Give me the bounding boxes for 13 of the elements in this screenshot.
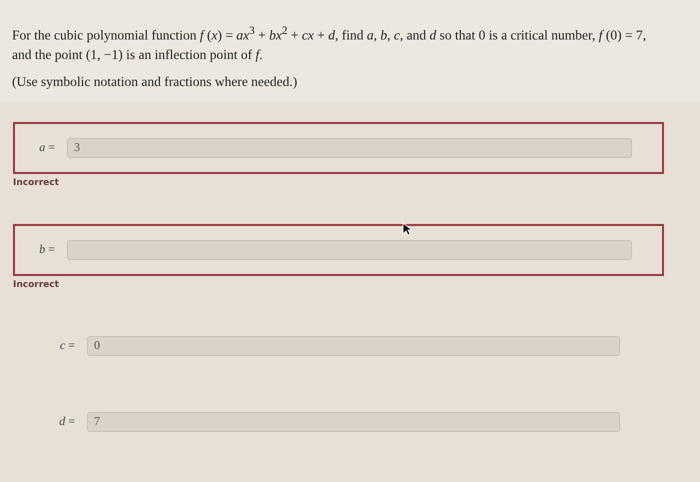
answer-field[interactable]: 3 [67, 138, 632, 158]
answer-label: b = [38, 242, 55, 257]
answer-field[interactable] [67, 240, 632, 260]
feedback-text: Incorrect [13, 280, 60, 290]
answer-label: c = [58, 338, 75, 353]
answer-field[interactable]: 7 [87, 412, 620, 432]
answer-label: a = [38, 140, 55, 155]
answer-label: d = [58, 414, 75, 429]
answer-field[interactable]: 0 [87, 336, 620, 356]
cursor-icon [402, 222, 414, 236]
hint-text: (Use symbolic notation and fractions where needed.) [12, 74, 298, 90]
question-text: For the cubic polynomial function f (x) = ax$^{3}$ + bx$^{2}$ + cx + d, find a, b, c, and d so that 0 is a critical number, f (0) = 7, and the point (1, −1) is an inflection point of f. [12, 24, 648, 64]
feedback-text: Incorrect [13, 178, 60, 188]
